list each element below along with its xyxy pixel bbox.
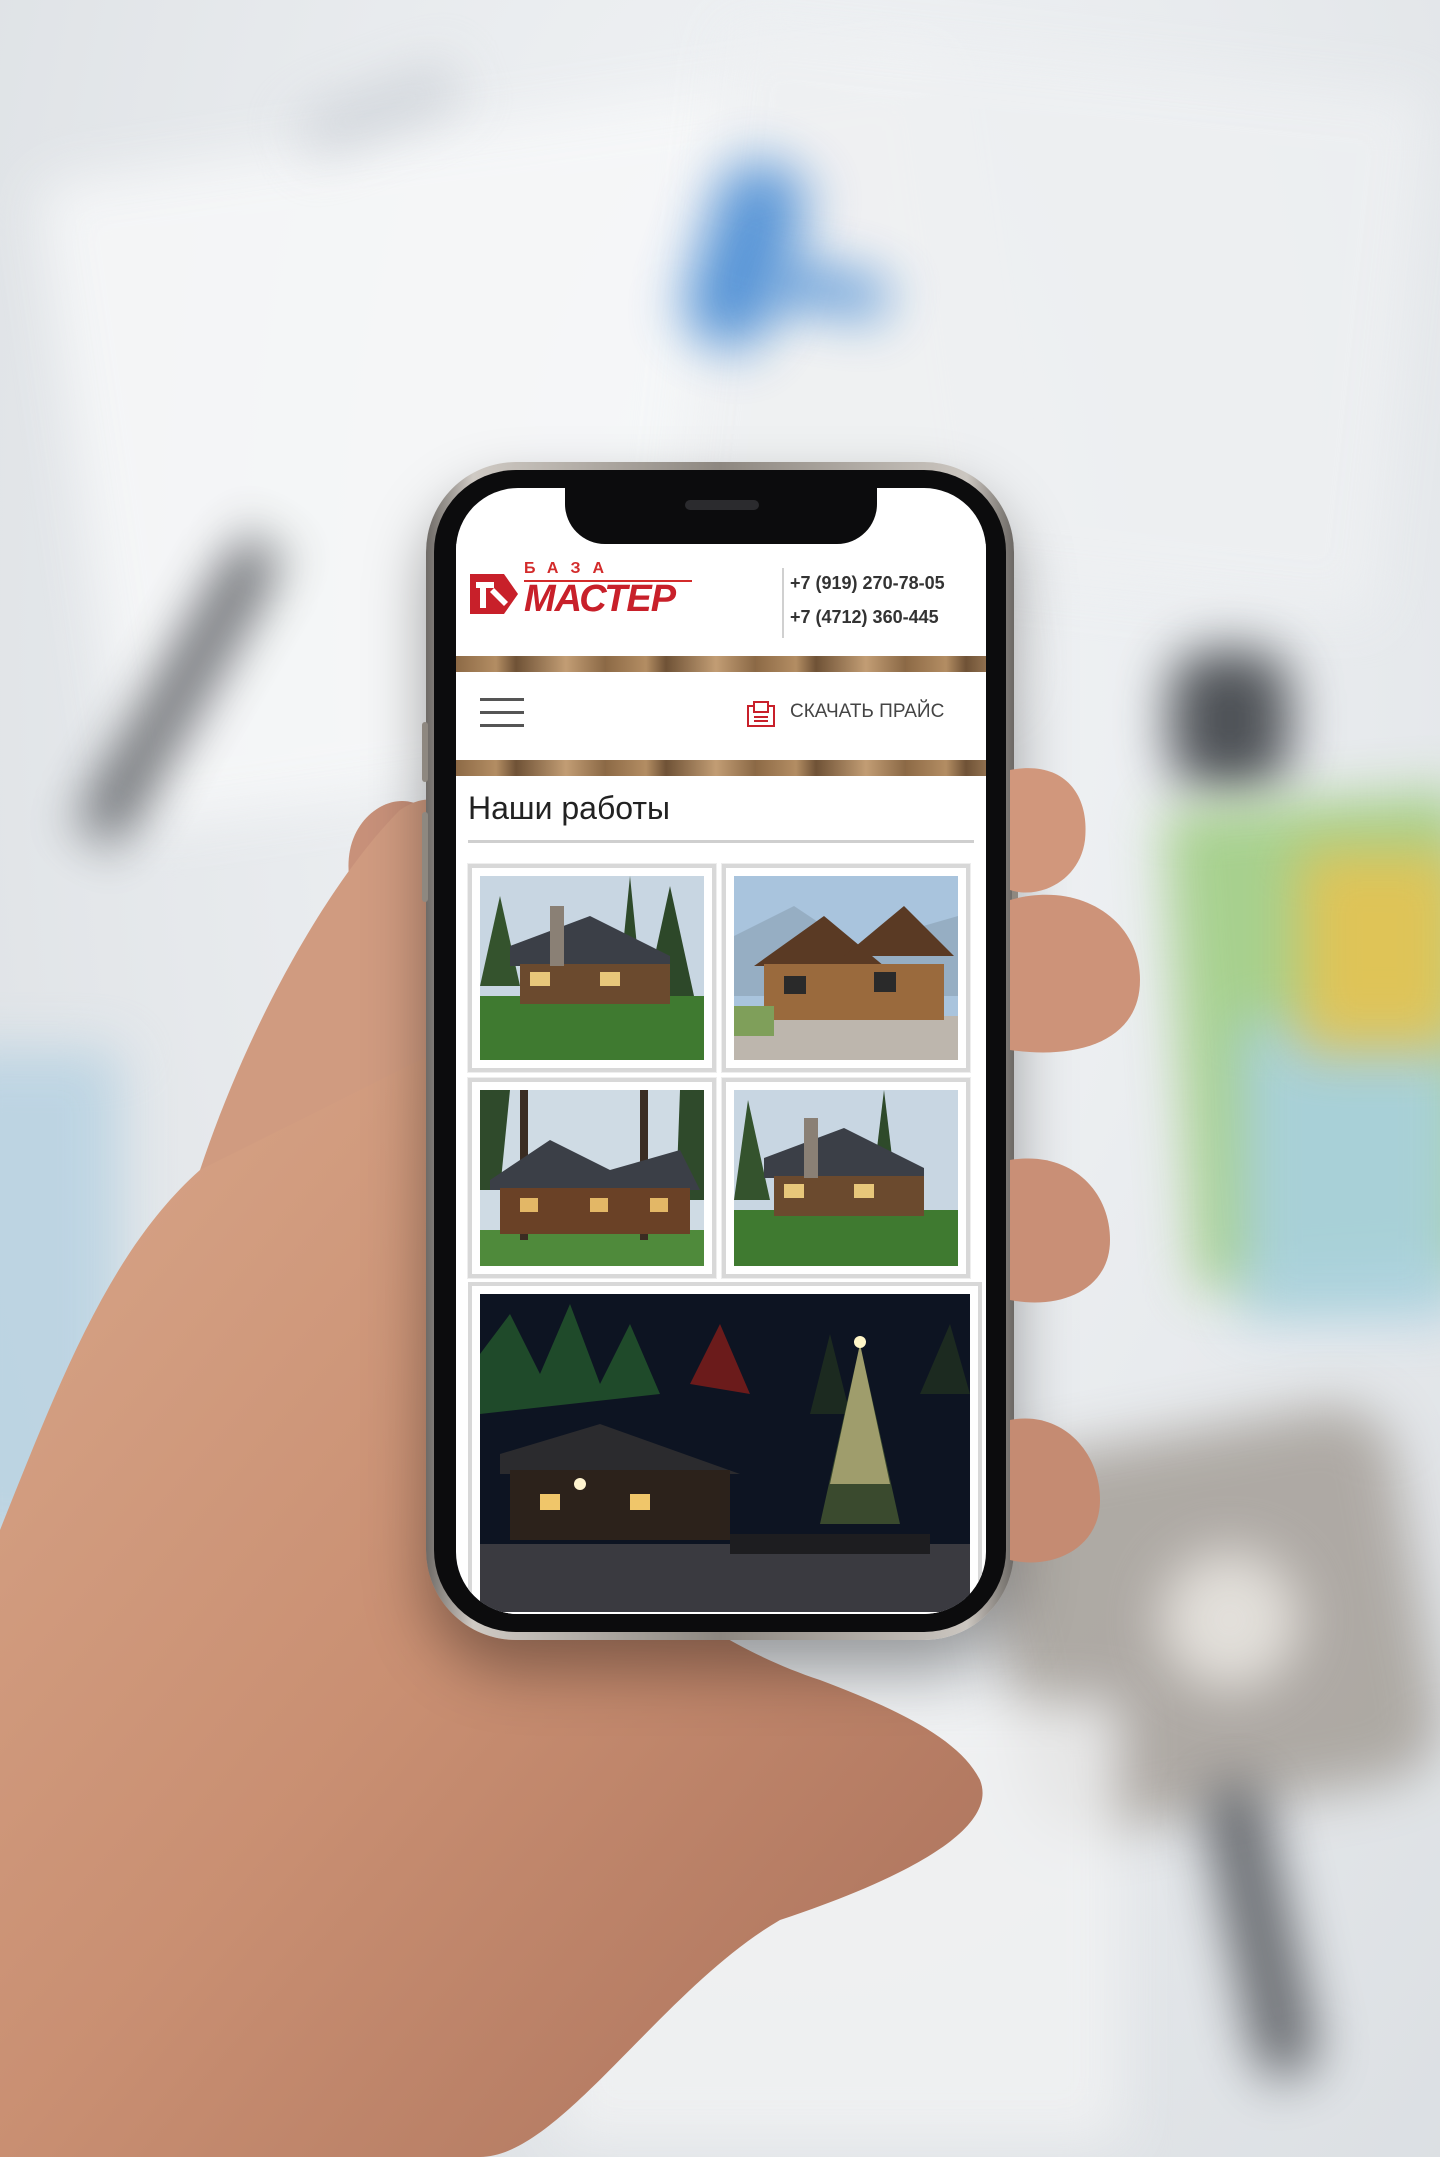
phone-link-1[interactable]: +7 (919) 270-78-05 xyxy=(790,566,980,600)
site-header: БАЗА МАСТЕР +7 (919) 270-78-05 +7 (4712)… xyxy=(456,544,986,656)
house-photo-2 xyxy=(734,876,958,1060)
house-photo-1 xyxy=(480,876,704,1060)
speaker xyxy=(685,500,759,510)
gallery-item[interactable] xyxy=(468,864,716,1072)
phone-link-2[interactable]: +7 (4712) 360-445 xyxy=(790,600,980,634)
document-icon xyxy=(747,701,775,727)
hammer-logo-icon xyxy=(470,574,518,614)
wood-strip-top xyxy=(456,656,986,672)
wood-strip-bottom xyxy=(456,760,986,776)
logo-main-word: МАСТЕР xyxy=(524,578,676,620)
gallery-item[interactable] xyxy=(722,1078,970,1278)
download-price-button[interactable]: СКАЧАТЬ ПРАЙС xyxy=(746,692,976,736)
logo[interactable]: БАЗА МАСТЕР xyxy=(468,560,698,626)
house-photo-4 xyxy=(734,1090,958,1266)
logo-top-word: БАЗА xyxy=(524,560,617,577)
notch xyxy=(565,488,877,544)
header-divider xyxy=(782,568,784,638)
phone-screen: БАЗА МАСТЕР +7 (919) 270-78-05 +7 (4712)… xyxy=(456,488,986,1614)
phone-numbers: +7 (919) 270-78-05 +7 (4712) 360-445 xyxy=(790,566,980,634)
house-photo-night xyxy=(480,1294,970,1612)
nav-bar: СКАЧАТЬ ПРАЙС xyxy=(456,672,986,760)
download-price-label: СКАЧАТЬ ПРАЙС xyxy=(790,701,945,722)
title-divider xyxy=(468,840,974,843)
page-title: Наши работы xyxy=(468,790,671,826)
house-photo-3 xyxy=(480,1090,704,1266)
smartphone: БАЗА МАСТЕР +7 (919) 270-78-05 +7 (4712)… xyxy=(422,462,1018,1640)
gallery-item[interactable] xyxy=(722,864,970,1072)
gallery-item[interactable] xyxy=(468,1078,716,1278)
hamburger-icon[interactable] xyxy=(480,698,524,728)
gallery-item-featured[interactable] xyxy=(468,1282,982,1614)
